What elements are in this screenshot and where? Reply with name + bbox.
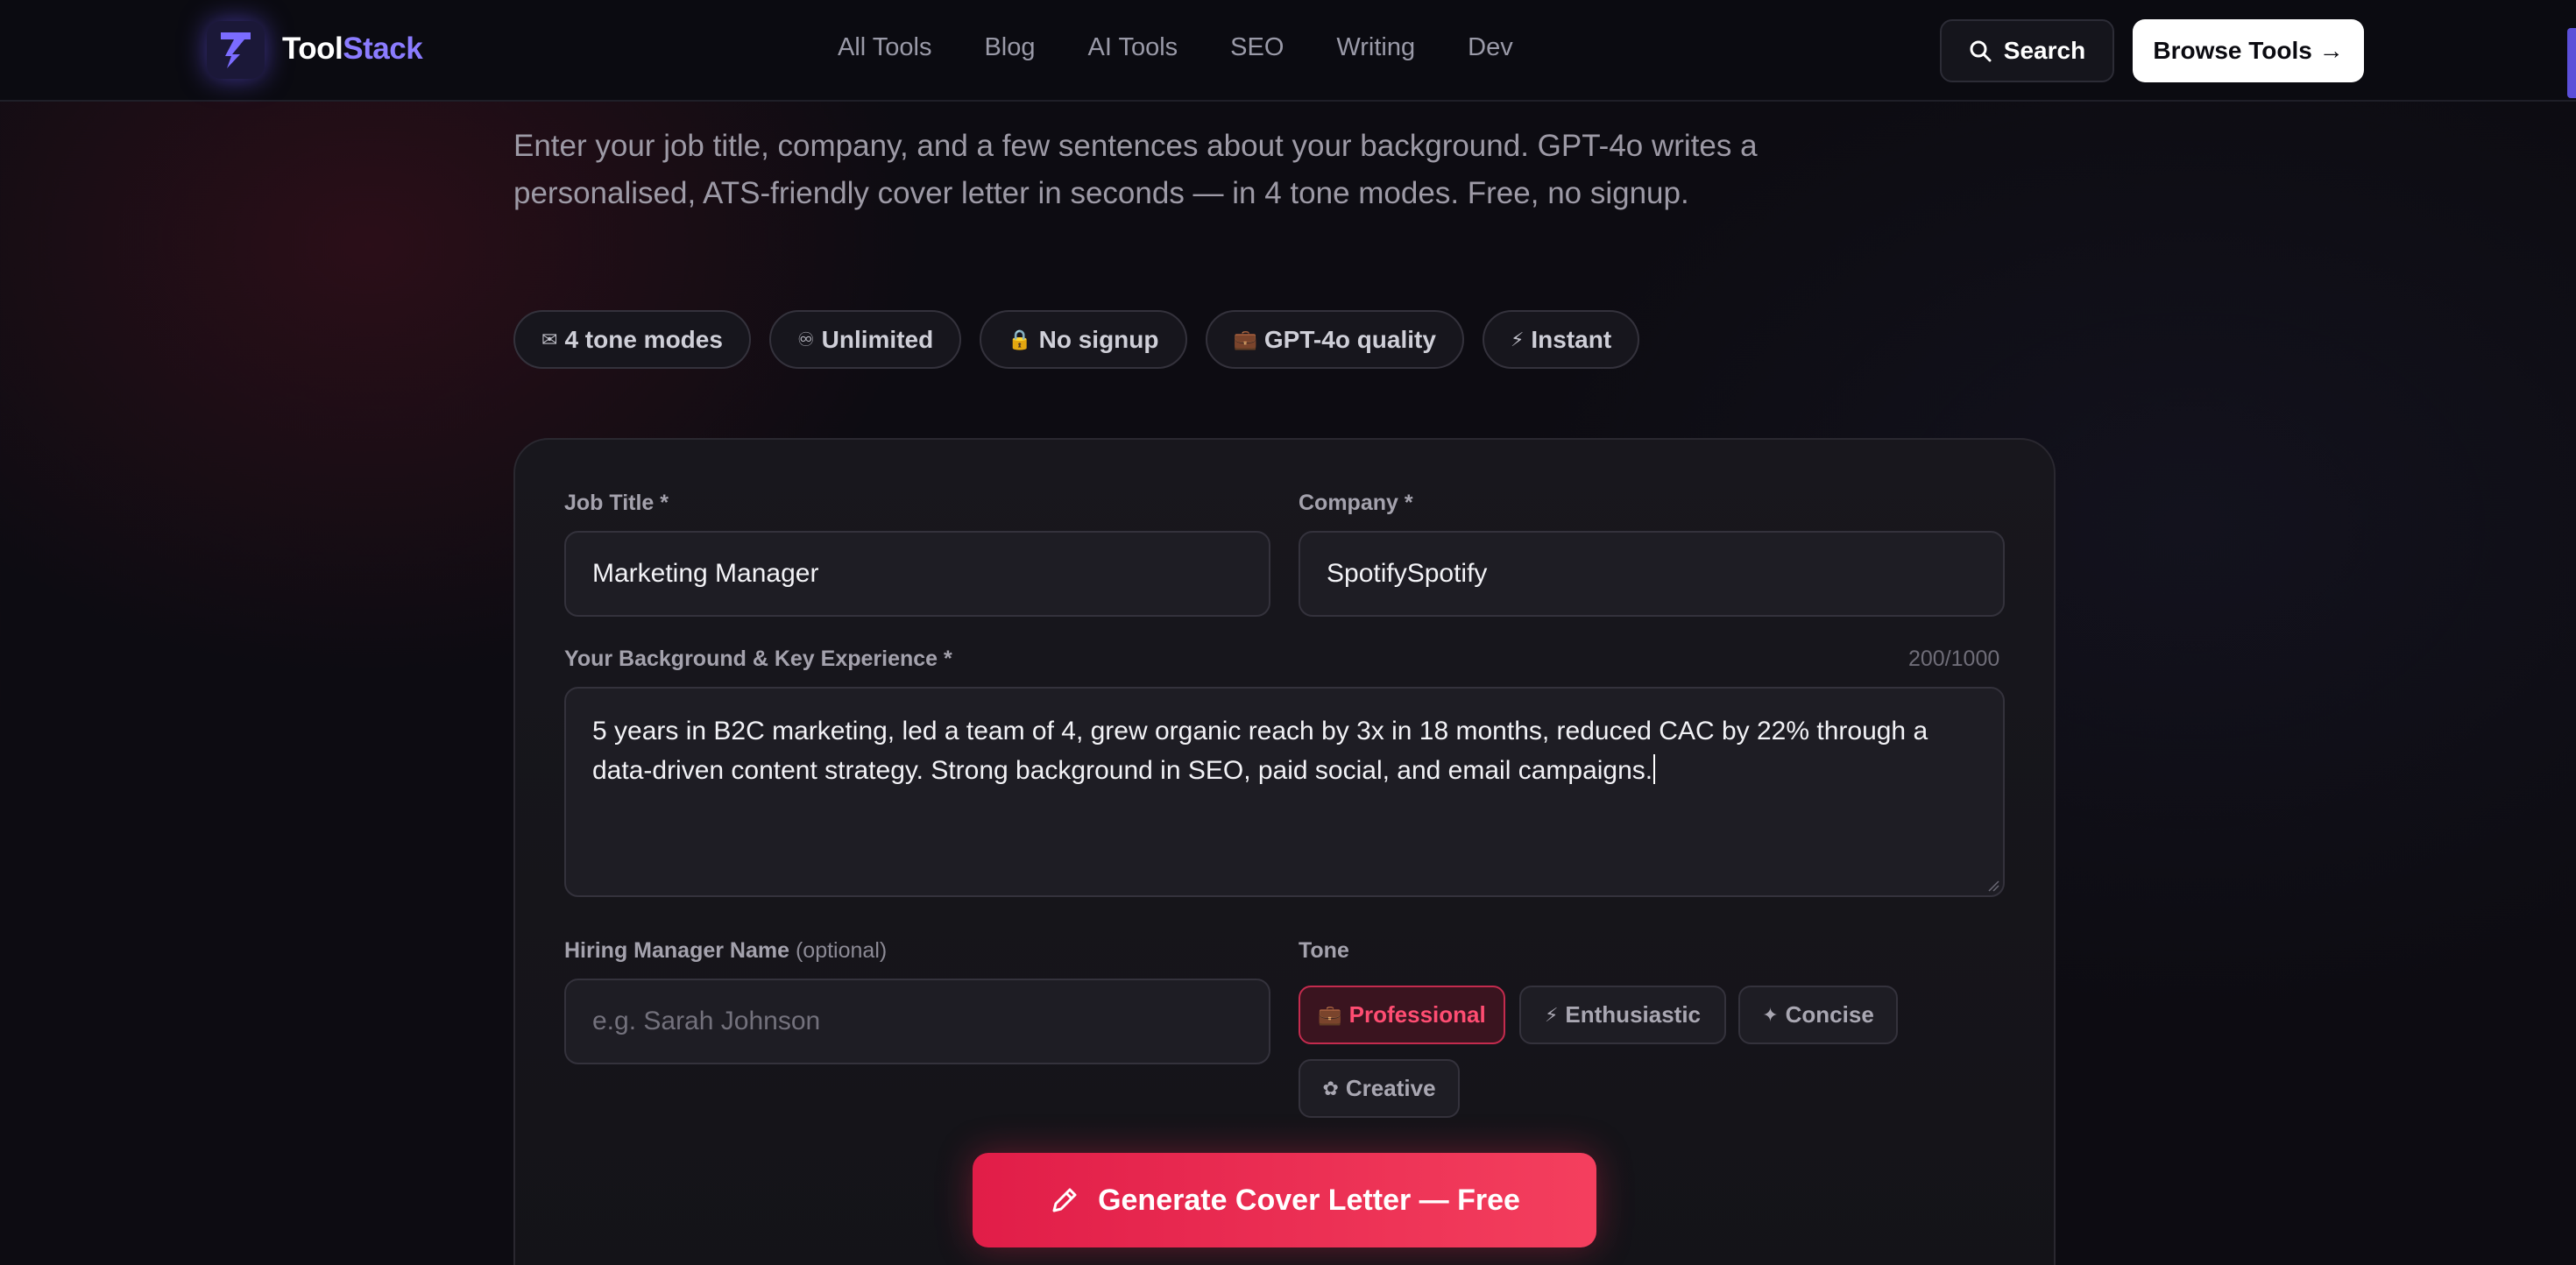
background-textarea[interactable]: 5 years in B2C marketing, led a team of … bbox=[564, 687, 2005, 897]
briefcase-icon: 💼 bbox=[1318, 1003, 1342, 1026]
brand-name-stack: Stack bbox=[343, 32, 423, 66]
company-input[interactable]: SpotifySpotify bbox=[1299, 531, 2005, 617]
search-button[interactable]: Search bbox=[1940, 19, 2114, 82]
optional-hint: (optional) bbox=[795, 938, 888, 963]
nav-link-writing[interactable]: Writing bbox=[1336, 33, 1415, 62]
briefcase-icon: 💼 bbox=[1233, 328, 1257, 350]
nav-link-all-tools[interactable]: All Tools bbox=[838, 33, 931, 62]
brand-logo-icon[interactable] bbox=[207, 21, 265, 79]
lightning-t-icon bbox=[221, 32, 251, 68]
resize-handle-icon[interactable] bbox=[1987, 880, 1999, 892]
feature-pill-label: No signup bbox=[1038, 325, 1159, 353]
character-counter: 200/1000 bbox=[1908, 647, 2000, 671]
tone-option-concise[interactable]: ✦ Concise bbox=[1738, 986, 1898, 1044]
tone-option-creative[interactable]: ✿ Creative bbox=[1299, 1059, 1460, 1118]
browse-tools-button[interactable]: Browse Tools → bbox=[2133, 19, 2364, 82]
search-button-label: Search bbox=[2003, 37, 2086, 64]
hiring-manager-label-text: Hiring Manager Name bbox=[564, 938, 790, 963]
sparkle-icon: ✦ bbox=[1762, 1003, 1779, 1026]
envelope-icon: ✉ bbox=[541, 328, 558, 350]
generate-cover-letter-button[interactable]: Generate Cover Letter — Free bbox=[973, 1153, 1596, 1247]
job-title-label: Job Title * bbox=[564, 491, 669, 515]
feature-pill-label: Unlimited bbox=[821, 325, 934, 353]
tone-option-label: Concise bbox=[1785, 1001, 1874, 1028]
feature-pills: ✉ 4 tone modes ♾ Unlimited 🔒 No signup 💼… bbox=[513, 310, 1640, 369]
lightning-icon: ⚡ bbox=[1510, 328, 1525, 350]
feature-pill-no-signup: 🔒 No signup bbox=[980, 310, 1187, 369]
scrollbar-thumb[interactable] bbox=[2567, 28, 2576, 98]
hiring-manager-label: Hiring Manager Name (optional) bbox=[564, 938, 887, 964]
nav-link-seo[interactable]: SEO bbox=[1230, 33, 1284, 62]
nav-link-ai-tools[interactable]: AI Tools bbox=[1088, 33, 1178, 62]
infinity-icon: ♾ bbox=[796, 328, 815, 350]
nav-links: All Tools Blog AI Tools SEO Writing Dev bbox=[838, 33, 1566, 62]
feature-pill-instant: ⚡ Instant bbox=[1482, 310, 1640, 369]
feature-pill-label: Instant bbox=[1531, 325, 1612, 353]
intro-description: Enter your job title, company, and a few… bbox=[513, 129, 1758, 210]
tone-option-label: Professional bbox=[1348, 1001, 1486, 1028]
search-icon bbox=[1970, 40, 1992, 62]
background-label: Your Background & Key Experience * bbox=[564, 647, 952, 671]
company-label: Company * bbox=[1299, 491, 1413, 515]
text-caret bbox=[1653, 754, 1656, 784]
lock-icon: 🔒 bbox=[1008, 328, 1032, 350]
nav-link-blog[interactable]: Blog bbox=[984, 33, 1035, 62]
job-title-input[interactable]: Marketing Manager bbox=[564, 531, 1270, 617]
feature-pill-label: GPT-4o quality bbox=[1263, 325, 1436, 353]
feature-pill-tone-modes: ✉ 4 tone modes bbox=[513, 310, 751, 369]
nav-link-dev[interactable]: Dev bbox=[1468, 33, 1513, 62]
flower-icon: ✿ bbox=[1322, 1077, 1339, 1099]
generate-button-label: Generate Cover Letter — Free bbox=[1098, 1183, 1520, 1217]
brand-name-tool: Tool bbox=[282, 32, 343, 66]
tone-option-label: Creative bbox=[1345, 1075, 1436, 1101]
feature-pill-gpt4o-quality: 💼 GPT-4o quality bbox=[1205, 310, 1464, 369]
tone-option-label: Enthusiastic bbox=[1565, 1001, 1702, 1028]
feature-pill-unlimited: ♾ Unlimited bbox=[768, 310, 962, 369]
top-navbar: ToolStack All Tools Blog AI Tools SEO Wr… bbox=[0, 0, 2576, 102]
pencil-icon bbox=[1052, 1188, 1077, 1212]
brand-name[interactable]: ToolStack bbox=[282, 32, 423, 67]
tone-label: Tone bbox=[1299, 938, 1349, 963]
lightning-icon: ⚡ bbox=[1544, 1003, 1559, 1026]
tone-option-enthusiastic[interactable]: ⚡ Enthusiastic bbox=[1519, 986, 1726, 1044]
tone-option-professional[interactable]: 💼 Professional bbox=[1299, 986, 1505, 1044]
hiring-manager-input[interactable]: e.g. Sarah Johnson bbox=[564, 979, 1270, 1064]
feature-pill-label: 4 tone modes bbox=[564, 325, 723, 353]
background-textarea-text: 5 years in B2C marketing, led a team of … bbox=[592, 717, 1928, 785]
